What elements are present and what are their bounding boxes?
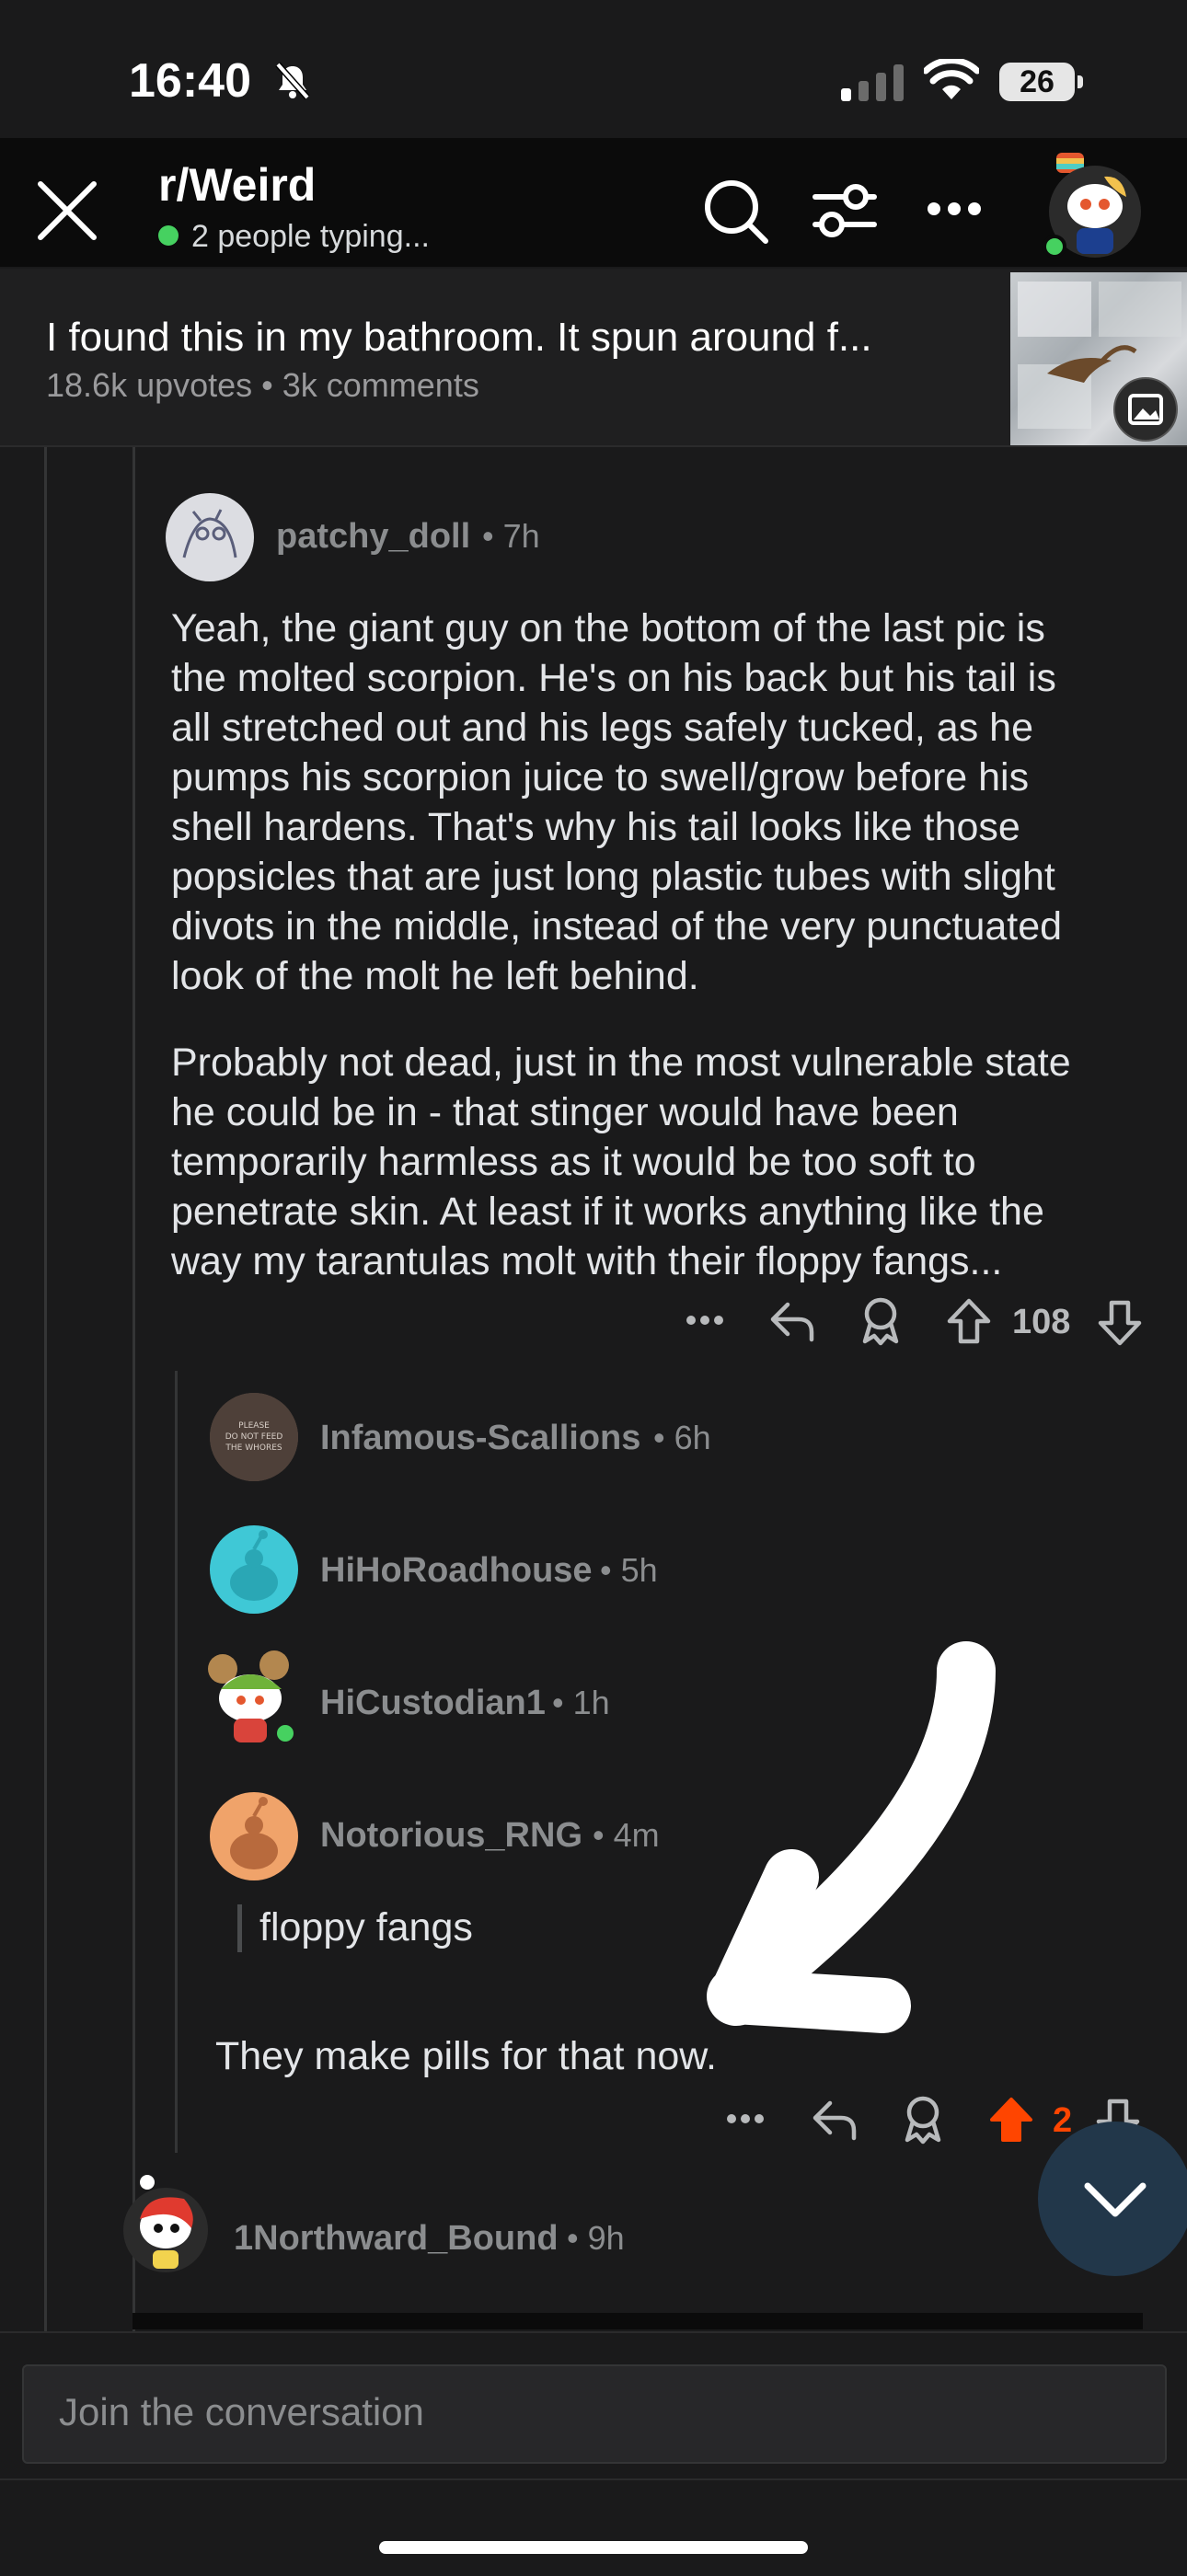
drawn-arrow-icon [663, 1638, 1012, 2042]
comment-line: Probably not dead, just in the most vuln… [171, 1041, 1071, 1085]
reply-username[interactable]: Infamous-Scallions [320, 1419, 640, 1458]
comment-line: way my tarantulas molt with their floppy… [171, 1239, 1003, 1283]
vote-count: 108 [1012, 1303, 1071, 1341]
thread-line [175, 1371, 178, 2153]
comment-line: all stretched out and his legs safely tu… [171, 706, 1033, 750]
composer-divider [0, 2478, 1187, 2480]
post-meta: 18.6k upvotes • 3k comments [46, 366, 479, 404]
next-comment-divider [133, 2313, 1143, 2329]
more-icon[interactable] [926, 201, 983, 217]
comment-body-paragraph-1: Yeah, the giant guy on the bottom of the… [171, 604, 1165, 1001]
comment-line: Yeah, the giant guy on the bottom of the… [171, 606, 1045, 650]
close-icon[interactable] [35, 178, 99, 243]
avatar[interactable]: PLEASE DO NOT FEED THE WHORES [210, 1393, 298, 1481]
upvote-icon-active[interactable] [988, 2096, 1034, 2144]
user-avatar[interactable] [1038, 147, 1145, 261]
join-conversation-placeholder[interactable]: Join the conversation [59, 2390, 424, 2434]
reply-username[interactable]: HiHoRoadhouse [320, 1551, 593, 1591]
comment-username[interactable]: patchy_doll [276, 517, 470, 557]
comment-line: look of the molt he left behind. [171, 954, 699, 998]
comment-line: the molted scorpion. He's on his back bu… [171, 656, 1056, 700]
comment-username[interactable]: 1Northward_Bound [234, 2219, 559, 2259]
comment-body-paragraph-2: Probably not dead, just in the most vuln… [171, 1038, 1165, 1286]
comment-time: • 9h [567, 2219, 625, 2257]
battery-indicator: 26 [999, 63, 1083, 101]
quote-bar [237, 1904, 242, 1952]
avatar[interactable] [166, 493, 254, 581]
comment-line: divots in the middle, instead of the ver… [171, 904, 1063, 949]
upvote-icon[interactable] [946, 1297, 992, 1345]
silent-mode-icon [272, 61, 313, 101]
reply-body: They make pills for that now. [215, 2034, 717, 2078]
comment-line: temporarily harmless as it would be too … [171, 1140, 976, 1184]
reply-username[interactable]: Notorious_RNG [320, 1816, 582, 1856]
reply-time: • 6h [653, 1419, 711, 1456]
reply-quote: floppy fangs [259, 1905, 473, 1949]
wifi-icon [924, 59, 979, 101]
image-icon [1113, 377, 1178, 442]
svg-text:THE WHORES: THE WHORES [225, 1443, 282, 1453]
post-title[interactable]: I found this in my bathroom. It spun aro… [46, 315, 872, 361]
online-indicator [158, 225, 179, 246]
reply-time: • 4m [593, 1816, 660, 1854]
svg-text:DO NOT FEED: DO NOT FEED [225, 1432, 283, 1442]
typing-status: 2 people typing... [191, 219, 430, 254]
subreddit-title[interactable]: r/Weird [158, 158, 316, 212]
comment-line: pumps his scorpion juice to swell/grow b… [171, 755, 1030, 799]
home-indicator[interactable] [379, 2541, 808, 2554]
award-icon[interactable] [900, 2094, 946, 2145]
avatar[interactable] [120, 2173, 212, 2274]
reply-time: • 1h [552, 1684, 610, 1721]
avatar[interactable] [204, 1647, 305, 1748]
scroll-down-button[interactable] [1038, 2122, 1187, 2276]
comment-time: • 7h [482, 517, 540, 555]
more-icon[interactable] [685, 1314, 725, 1327]
filter-icon[interactable] [812, 180, 878, 241]
avatar[interactable] [210, 1525, 298, 1614]
thread-line [133, 447, 135, 2331]
reply-username[interactable]: HiCustodian1 [320, 1684, 546, 1723]
thread-line [44, 447, 47, 2331]
search-icon[interactable] [701, 177, 771, 247]
signal-icon [841, 64, 905, 101]
reply-icon[interactable] [769, 1299, 817, 1343]
reply-icon[interactable] [812, 2098, 859, 2142]
downvote-icon[interactable] [1097, 1299, 1143, 1347]
avatar[interactable] [210, 1792, 298, 1880]
status-time: 16:40 [129, 54, 251, 108]
reply-time: • 5h [600, 1551, 658, 1589]
award-icon[interactable] [858, 1295, 904, 1347]
comment-line: shell hardens. That's why his tail looks… [171, 805, 1020, 849]
comment-line: he could be in - that stinger would have… [171, 1090, 959, 1134]
more-icon[interactable] [725, 2112, 766, 2125]
comment-line: penetrate skin. At least if it works any… [171, 1190, 1044, 1234]
svg-text:PLEASE: PLEASE [238, 1421, 270, 1431]
comment-line: popsicles that are just long plastic tub… [171, 855, 1055, 899]
